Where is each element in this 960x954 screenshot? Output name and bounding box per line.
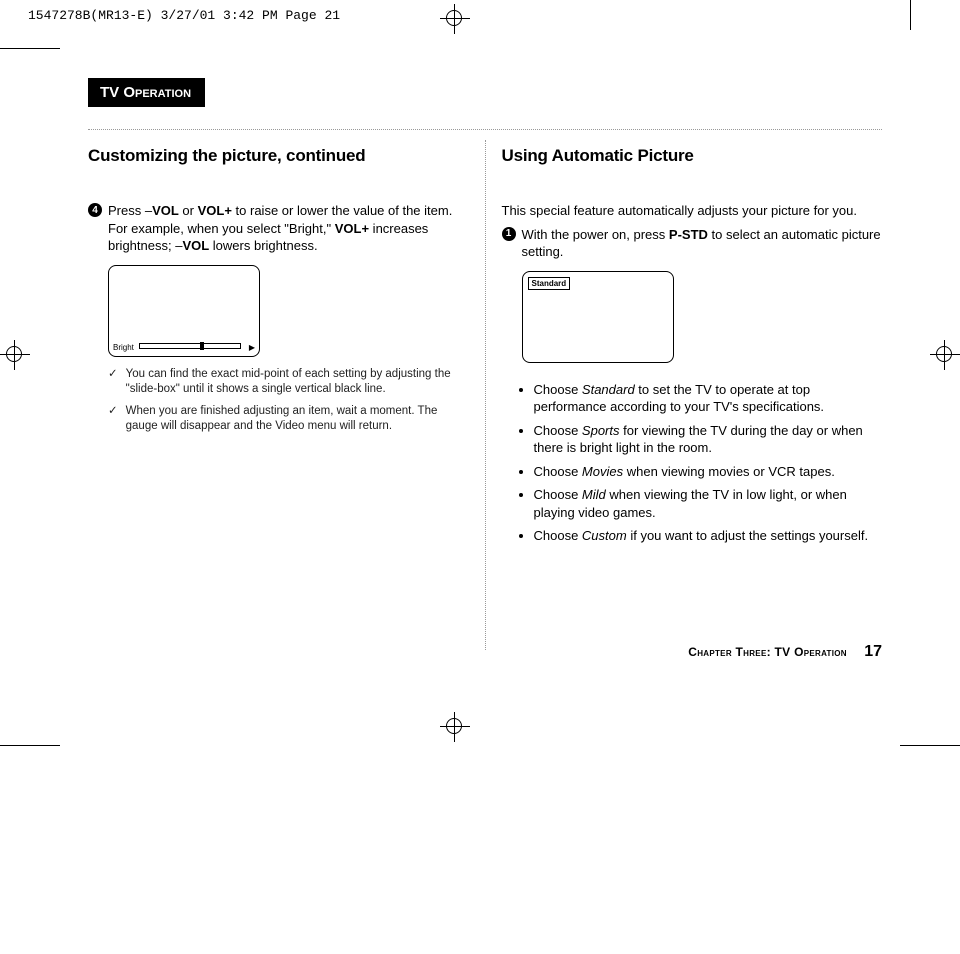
list-item: Choose Movies when viewing movies or VCR… xyxy=(534,463,883,481)
tv-screen-illustration: Standard xyxy=(522,271,674,363)
arrow-right-icon: ▶ xyxy=(249,343,255,352)
registration-mark-icon xyxy=(440,4,470,34)
section-title-box: TV Operation xyxy=(88,78,205,107)
crop-mark xyxy=(910,0,911,30)
check-list: ✓ You can find the exact mid-point of ea… xyxy=(88,367,469,435)
slider-knob-icon xyxy=(200,342,204,350)
step-4: 4 Press –VOL or VOL+ to raise or lower t… xyxy=(88,202,469,255)
intro-text: This special feature automatically adjus… xyxy=(502,202,883,220)
registration-mark-icon xyxy=(930,340,960,370)
list-item: Choose Mild when viewing the TV in low l… xyxy=(534,486,883,521)
right-heading: Using Automatic Picture xyxy=(502,146,883,166)
registration-mark-icon xyxy=(0,340,30,370)
bullet-list: Choose Standard to set the TV to operate… xyxy=(502,381,883,545)
left-column: Customizing the picture, continued 4 Pre… xyxy=(88,140,485,650)
left-heading: Customizing the picture, continued xyxy=(88,146,469,166)
page-content: TV Operation Customizing the picture, co… xyxy=(88,78,882,650)
step-number-icon: 4 xyxy=(88,203,102,217)
list-item: Choose Sports for viewing the TV during … xyxy=(534,422,883,457)
dotted-separator xyxy=(88,129,882,130)
check-item: ✓ When you are finished adjusting an ite… xyxy=(108,404,469,435)
crop-mark xyxy=(0,745,60,746)
check-text: You can find the exact mid-point of each… xyxy=(126,367,469,398)
list-item: Choose Custom if you want to adjust the … xyxy=(534,527,883,545)
crop-mark xyxy=(900,745,960,746)
slider-bar-icon xyxy=(139,343,241,349)
right-column: Using Automatic Picture This special fea… xyxy=(502,140,883,650)
footer-page-number: 17 xyxy=(864,643,882,660)
running-footer: Chapter Three: TV Operation 17 xyxy=(688,643,882,661)
step-number-icon: 1 xyxy=(502,227,516,241)
tv-standard-tag: Standard xyxy=(528,277,571,290)
tv-bright-label: Bright xyxy=(113,343,134,352)
section-title: TV Operation xyxy=(100,84,191,101)
check-item: ✓ You can find the exact mid-point of ea… xyxy=(108,367,469,398)
step-4-text: Press –VOL or VOL+ to raise or lower the… xyxy=(108,202,469,255)
column-divider xyxy=(485,140,486,650)
footer-chapter: Chapter Three: TV Operation xyxy=(688,645,847,659)
crop-mark xyxy=(0,48,60,49)
step-1-text: With the power on, press P-STD to select… xyxy=(522,226,883,261)
check-text: When you are finished adjusting an item,… xyxy=(126,404,469,435)
print-slug: 1547278B(MR13-E) 3/27/01 3:42 PM Page 21 xyxy=(28,8,340,23)
checkmark-icon: ✓ xyxy=(108,404,118,435)
two-column-layout: Customizing the picture, continued 4 Pre… xyxy=(88,140,882,650)
tv-screen-illustration: Bright ▶ xyxy=(108,265,260,357)
list-item: Choose Standard to set the TV to operate… xyxy=(534,381,883,416)
registration-mark-icon xyxy=(440,712,470,742)
step-1: 1 With the power on, press P-STD to sele… xyxy=(502,226,883,261)
checkmark-icon: ✓ xyxy=(108,367,118,398)
